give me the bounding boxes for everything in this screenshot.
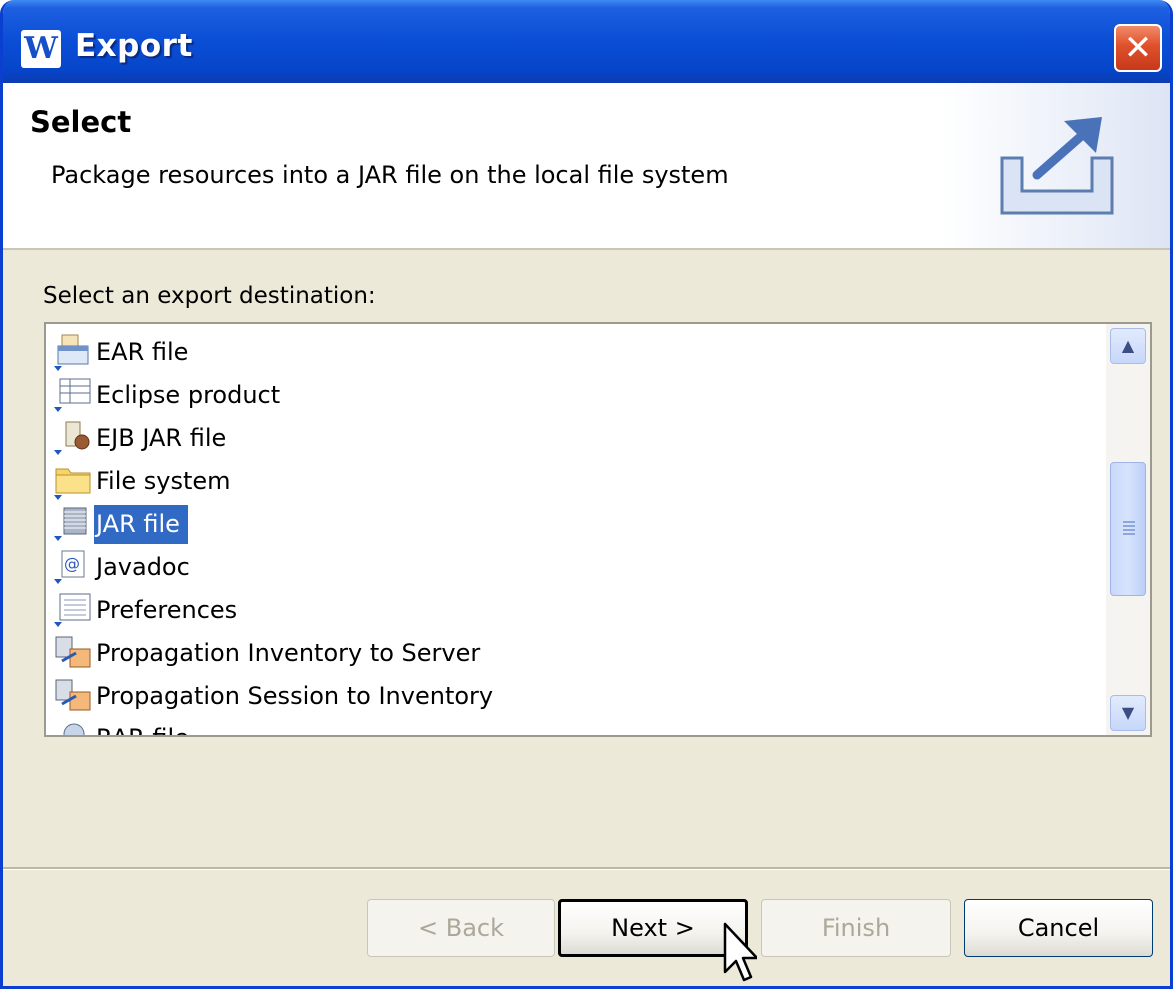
scroll-down-button[interactable]: ▼ <box>1110 695 1146 731</box>
app-icon: W <box>21 30 61 68</box>
banner-graphic <box>940 83 1170 248</box>
list-item-label: File system <box>96 466 231 495</box>
export-dialog: W Export ✕ Select Package resources into… <box>0 0 1173 989</box>
list-item-label: Preferences <box>96 595 238 624</box>
list-item-label: Propagation Session to Inventory <box>96 681 494 710</box>
export-wizard-icon <box>1000 117 1114 215</box>
back-button[interactable]: < Back <box>367 899 555 957</box>
list-item[interactable]: Propagation Inventory to Server <box>52 633 488 673</box>
scroll-thumb[interactable] <box>1110 462 1146 596</box>
list-item[interactable]: Eclipse product <box>52 375 288 415</box>
ejb-jar-icon <box>52 418 94 458</box>
page-title: Select <box>30 105 132 139</box>
list-item-label: EJB JAR file <box>96 423 227 452</box>
page-description: Package resources into a JAR file on the… <box>51 161 729 189</box>
title-bar[interactable]: W Export ✕ <box>3 0 1170 83</box>
list-item[interactable]: JAR file <box>52 504 188 544</box>
preferences-icon <box>52 590 94 630</box>
destination-label: Select an export destination: <box>43 283 376 309</box>
close-button[interactable]: ✕ <box>1114 24 1162 72</box>
list-item-label: Eclipse product <box>96 380 281 409</box>
list-item-label: RAR file <box>94 719 197 736</box>
list-item[interactable]: File system <box>52 461 239 501</box>
list-item[interactable]: Preferences <box>52 590 245 630</box>
rar-file-icon <box>52 718 94 735</box>
close-icon: ✕ <box>1123 28 1153 68</box>
chevron-up-icon: ▲ <box>1121 336 1135 355</box>
list-item-label: Javadoc <box>96 552 190 581</box>
list-item[interactable]: EAR file <box>52 332 196 372</box>
list-scrollbar[interactable]: ▲ ▼ <box>1106 324 1150 735</box>
propagation-icon <box>52 633 94 673</box>
javadoc-icon: @ <box>52 547 94 587</box>
list-item[interactable]: RAR file <box>52 718 197 736</box>
mouse-pointer-icon <box>723 922 757 982</box>
wizard-banner: Select Package resources into a JAR file… <box>3 83 1170 250</box>
eclipse-product-icon <box>52 375 94 415</box>
finish-button[interactable]: Finish <box>761 899 951 957</box>
grip-icon <box>1123 521 1135 537</box>
propagation-icon <box>52 676 94 716</box>
ear-file-icon <box>52 332 94 372</box>
wizard-content: Select an export destination: EAR file E… <box>3 250 1170 867</box>
svg-text:@: @ <box>64 554 80 573</box>
destination-list[interactable]: EAR file Eclipse product EJB JAR file Fi… <box>44 322 1152 737</box>
folder-icon <box>52 461 94 501</box>
scroll-up-button[interactable]: ▲ <box>1110 328 1146 364</box>
footer-divider <box>3 867 1170 870</box>
jar-file-icon <box>52 504 94 544</box>
list-item-label: EAR file <box>96 337 189 366</box>
cancel-button[interactable]: Cancel <box>964 899 1153 957</box>
list-item[interactable]: EJB JAR file <box>52 418 234 458</box>
list-item-label: Propagation Inventory to Server <box>96 638 481 667</box>
list-item[interactable]: @ Javadoc <box>52 547 198 587</box>
chevron-down-icon: ▼ <box>1121 703 1135 722</box>
window-title: Export <box>75 28 193 64</box>
list-item-label: JAR file <box>94 504 188 544</box>
list-item[interactable]: Propagation Session to Inventory <box>52 676 501 716</box>
next-button[interactable]: Next > <box>558 899 748 957</box>
